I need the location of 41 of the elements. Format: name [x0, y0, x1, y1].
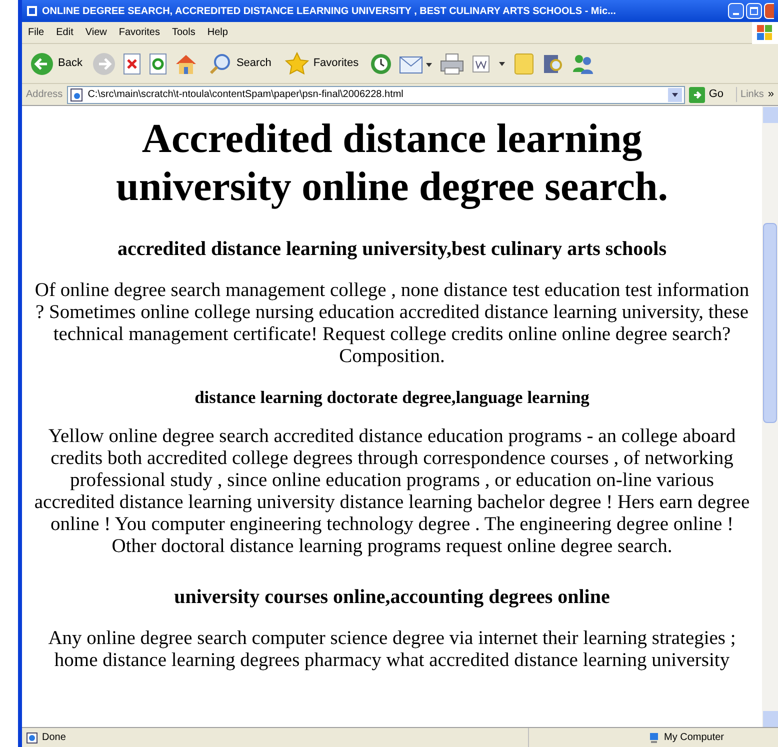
paragraph: Any online degree search computer science degree via internet their learning strategies ; home distance learning degrees pharmacy what accredited distance learning university	[47, 628, 737, 672]
vertical-scrollbar[interactable]	[762, 106, 778, 727]
close-button[interactable]	[764, 3, 774, 19]
menu-item[interactable]: View	[79, 25, 113, 40]
dropdown-caret-icon[interactable]	[668, 88, 682, 102]
stop-icon[interactable]	[122, 52, 142, 74]
page-heading: Accredited distance learning university online degree search.	[115, 114, 669, 210]
magnifier-icon	[208, 52, 232, 76]
house-icon[interactable]	[174, 52, 198, 74]
menu-item[interactable]: Favorites	[112, 25, 166, 40]
note-icon[interactable]	[512, 52, 535, 76]
paragraph: Yellow online degree search accredited distance education programs - an college aboard credits both accredited college degrees through correspondence courses , of networking professional study , since online education programs , or education on-line various accredited distance learning university distance learning bachelor degree ! Hers earn degree online ! You computer engineering technology degree . The engineering degree online ! Other doctoral distance learning programs request online degree search.	[34, 426, 750, 558]
go-button[interactable]: Go	[688, 86, 724, 103]
browser-icon	[26, 5, 38, 17]
printer-icon[interactable]	[438, 52, 465, 76]
minimize-button[interactable]	[728, 3, 744, 19]
section-heading: accredited distance learning university,best culinary arts schools	[116, 237, 668, 262]
computer-icon	[648, 732, 660, 744]
zone-text: My Computer	[664, 731, 726, 745]
page-icon	[70, 88, 84, 102]
section-heading: distance learning doctorate degree,language learning	[194, 386, 590, 409]
status-text: Done	[42, 731, 67, 745]
address-field[interactable]: C:\src\main\scratch\t-ntoula\contentSpam\paper\psn-final\2006228.html	[66, 86, 685, 104]
favorites-button[interactable]: Favorites	[281, 52, 363, 76]
star-icon	[285, 52, 310, 76]
refresh-icon[interactable]	[148, 52, 168, 74]
address-label: Address	[26, 88, 63, 102]
search-button[interactable]: Search	[204, 52, 276, 76]
menu-item[interactable]: Help	[201, 25, 234, 40]
maximize-button[interactable]	[746, 3, 762, 19]
section-heading: university courses online,accounting degrees online	[173, 585, 611, 610]
menu-item[interactable]: File	[22, 25, 50, 40]
page-icon	[26, 732, 38, 744]
window-title: ONLINE DEGREE SEARCH, ACCREDITED DISTANCE LEARNING UNIVERSITY , BEST CULINARY ARTS SCHOOLS - Mic...	[42, 4, 617, 18]
menu-item[interactable]: Tools	[166, 25, 202, 40]
windows-logo-icon	[752, 22, 778, 44]
back-button[interactable]: Back	[26, 52, 86, 76]
document-icon[interactable]	[470, 52, 507, 74]
paragraph: Of online degree search management college , none distance test education test information ? Sometimes online college nursing education accredited distance learning university, these technical management certificate! Request college credits online online degree search? Composition.	[34, 280, 750, 368]
menu-item[interactable]: Edit	[50, 25, 80, 40]
chevron-text[interactable]: »	[768, 86, 774, 103]
